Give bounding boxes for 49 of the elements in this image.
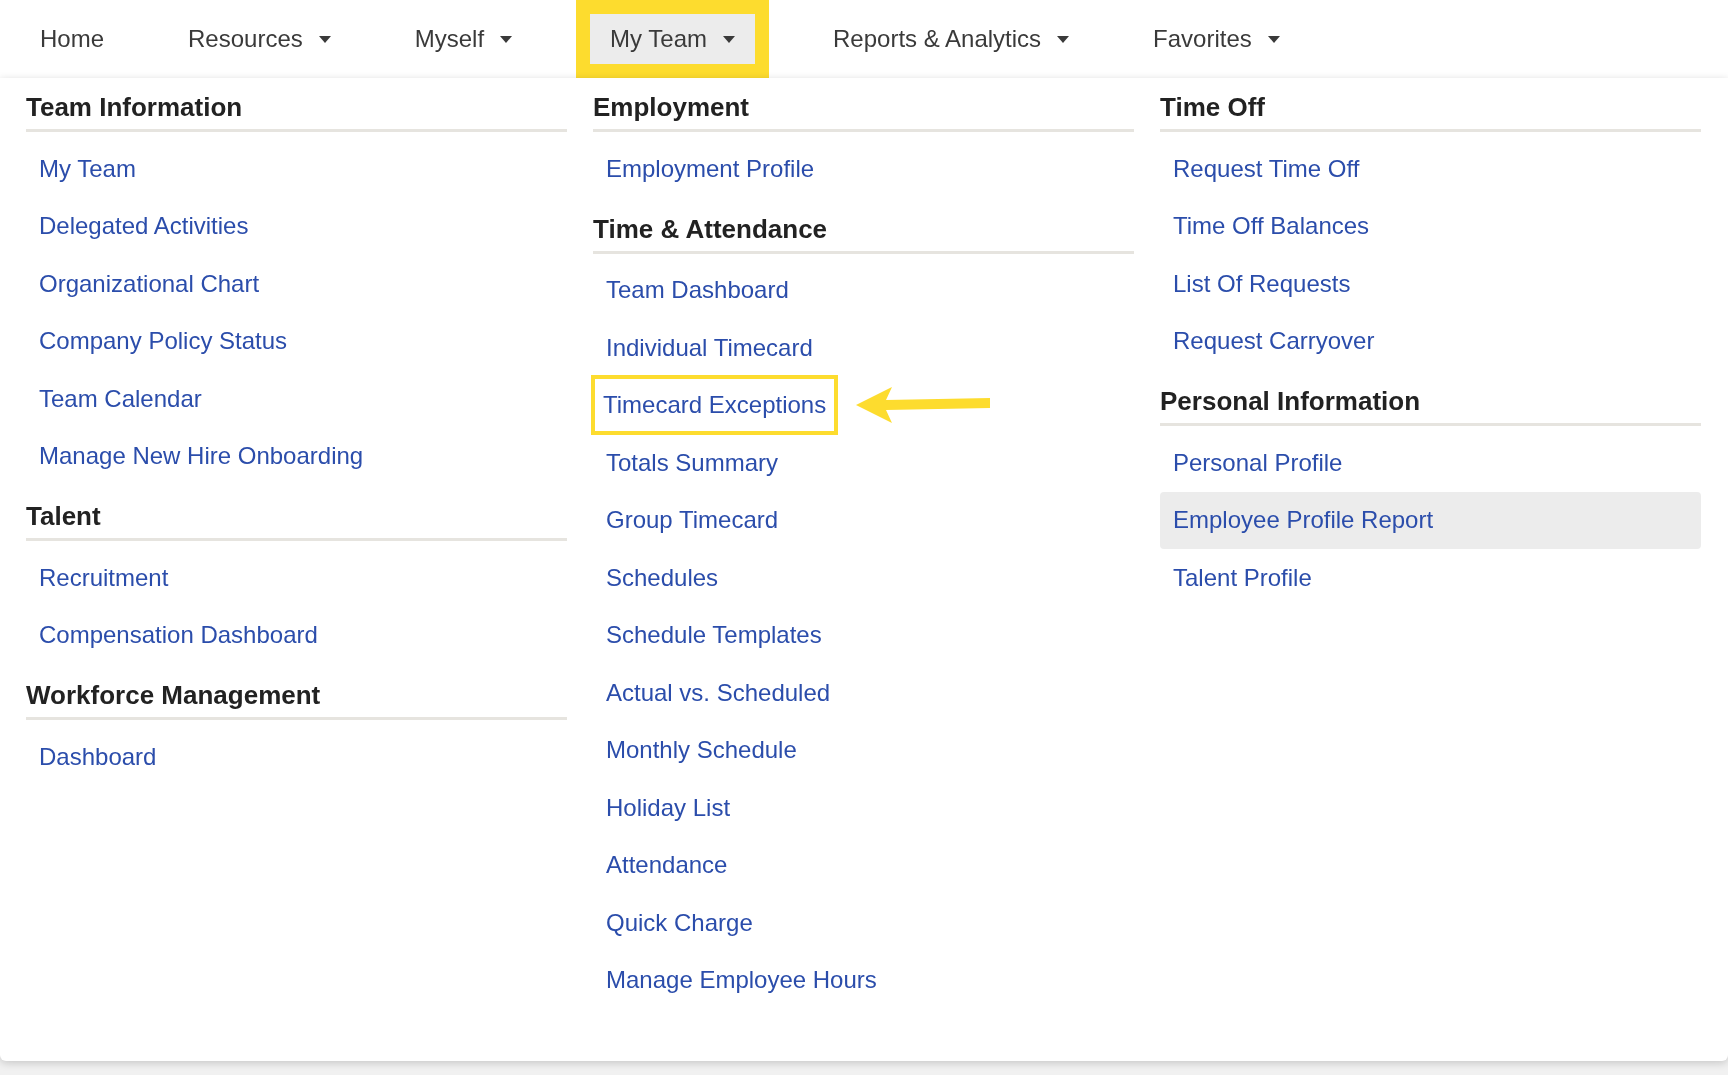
menu-link[interactable]: Manage Employee Hours — [593, 962, 877, 999]
menu-link[interactable]: Employment Profile — [593, 150, 815, 187]
menu-link[interactable]: Attendance — [593, 847, 728, 884]
section-heading: Employment — [593, 88, 1134, 132]
menu-link[interactable]: Totals Summary — [593, 444, 779, 481]
menu-link[interactable]: Quick Charge — [593, 904, 753, 941]
menu-link[interactable]: Dashboard — [26, 738, 157, 775]
nav-menu-item[interactable]: Favorites — [1133, 0, 1300, 78]
section-heading: Personal Information — [1160, 382, 1701, 426]
nav-menu-item[interactable]: My Team — [576, 0, 769, 78]
section-heading: Team Information — [26, 88, 567, 132]
nav-menu-item[interactable]: Myself — [394, 0, 533, 78]
arrow-icon — [856, 385, 992, 426]
caret-icon — [1057, 35, 1070, 43]
menu-link[interactable]: Team Dashboard — [593, 272, 789, 309]
menu-link[interactable]: Schedule Templates — [593, 617, 822, 654]
menu-link[interactable]: Timecard Exceptions — [591, 375, 839, 436]
section-heading: Time Off — [1160, 88, 1701, 132]
menu-link[interactable]: Request Carryover — [1160, 323, 1375, 360]
menu-link[interactable]: Manage New Hire Onboarding — [26, 438, 364, 475]
section-heading: Time & Attendance — [593, 209, 1134, 254]
menu-link[interactable]: Monthly Schedule — [593, 732, 797, 769]
menu-link[interactable]: Delegated Activities — [26, 208, 249, 245]
menu-link[interactable]: Actual vs. Scheduled — [593, 674, 831, 711]
menu-link[interactable]: Employee Profile Report — [1160, 491, 1701, 549]
menu-link[interactable]: Recruitment — [26, 559, 169, 596]
menu-link[interactable]: Company Policy Status — [26, 323, 288, 360]
nav-menu-item[interactable]: Resources — [168, 0, 351, 78]
menu-link[interactable]: Holiday List — [593, 789, 731, 826]
menu-link[interactable]: Personal Profile — [1160, 444, 1343, 481]
caret-icon — [318, 35, 331, 43]
menu-link[interactable]: Group Timecard — [593, 502, 779, 539]
menu-link[interactable]: Team Calendar — [26, 380, 202, 417]
section-heading: Talent — [26, 497, 567, 541]
menu-link[interactable]: Organizational Chart — [26, 265, 260, 302]
menu-link[interactable]: Individual Timecard — [593, 329, 813, 366]
nav-menu-item[interactable]: Reports & Analytics — [813, 0, 1090, 78]
nav-menu-item[interactable]: Home — [20, 0, 125, 78]
caret-icon — [723, 35, 735, 43]
menu-link[interactable]: My Team — [26, 150, 136, 187]
menu-link[interactable]: Request Time Off — [1160, 150, 1360, 187]
menu-link[interactable]: Schedules — [593, 559, 719, 596]
caret-icon — [1267, 35, 1280, 43]
menu-link[interactable]: Talent Profile — [1160, 559, 1312, 596]
menu-link[interactable]: Compensation Dashboard — [26, 617, 318, 654]
menu-link[interactable]: List Of Requests — [1160, 265, 1351, 302]
section-heading: Workforce Management — [26, 676, 567, 720]
caret-icon — [500, 35, 513, 43]
menu-link[interactable]: Time Off Balances — [1160, 208, 1370, 245]
